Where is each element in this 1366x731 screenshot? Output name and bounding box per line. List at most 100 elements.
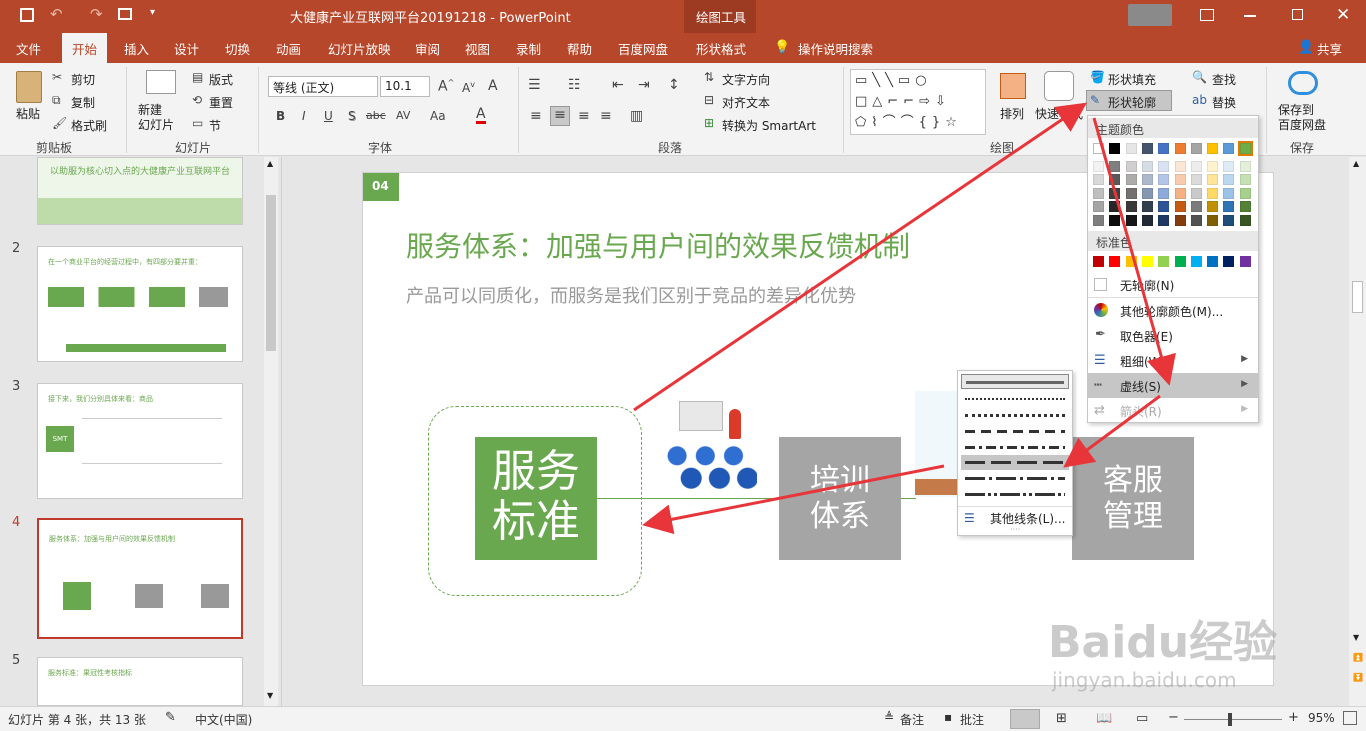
color-swatch[interactable] — [1109, 201, 1121, 212]
tab-help[interactable]: 帮助 — [567, 39, 592, 58]
color-swatch[interactable] — [1223, 187, 1235, 199]
tab-insert[interactable]: 插入 — [124, 39, 149, 58]
close-icon[interactable]: ✕ — [1336, 5, 1350, 25]
color-swatch[interactable] — [1174, 143, 1186, 154]
color-swatch[interactable] — [1223, 160, 1235, 172]
slide-title[interactable]: 服务体系：加强与用户间的效果反馈机制 — [406, 225, 910, 265]
align-text-button[interactable]: 对齐文本 — [722, 94, 770, 111]
eyedropper-item[interactable]: ✒ 取色器(E) — [1088, 323, 1258, 348]
dash-long-dash-dot-dot[interactable] — [961, 487, 1069, 502]
color-swatch[interactable] — [1109, 214, 1121, 226]
slide-sorter-icon[interactable]: ⊞ — [1056, 711, 1067, 726]
color-swatch[interactable] — [1190, 160, 1202, 172]
color-swatch[interactable] — [1207, 187, 1219, 199]
more-outline-colors-item[interactable]: 其他轮廓颜色(M)... — [1088, 298, 1258, 323]
color-swatch[interactable] — [1125, 187, 1137, 199]
standard-color-swatch[interactable] — [1174, 256, 1186, 267]
arrange-icon[interactable] — [1000, 73, 1026, 99]
color-swatch[interactable] — [1239, 174, 1251, 185]
numbering-icon[interactable]: ☷ — [568, 77, 581, 93]
color-swatch[interactable] — [1207, 201, 1219, 212]
dashes-item[interactable]: ┅ 虚线(S) ▶ — [1088, 373, 1258, 398]
resize-grip-icon[interactable]: ···· — [1010, 525, 1020, 534]
comments-button[interactable]: 批注 — [960, 711, 984, 728]
color-swatch[interactable] — [1093, 201, 1104, 212]
thumbnail-scrollbar[interactable]: ▲ ▼ — [264, 157, 278, 706]
justify-icon[interactable]: ≡ — [600, 108, 612, 124]
standard-color-swatch[interactable] — [1141, 256, 1153, 267]
customize-qat-icon[interactable]: ▾ — [150, 7, 155, 18]
tab-design[interactable]: 设计 — [174, 39, 199, 58]
color-swatch[interactable] — [1141, 174, 1153, 185]
scroll-up-icon[interactable]: ▲ — [267, 159, 273, 168]
color-swatch[interactable] — [1174, 174, 1186, 185]
dash-round-dot[interactable] — [961, 392, 1069, 407]
color-swatch[interactable] — [1141, 160, 1153, 172]
align-center-icon[interactable]: ≡ — [550, 106, 570, 126]
color-swatch[interactable] — [1158, 201, 1170, 212]
scrollbar-thumb[interactable] — [1352, 281, 1363, 313]
zoom-in-icon[interactable]: + — [1288, 710, 1299, 725]
save-icon[interactable] — [20, 8, 34, 22]
font-name-combo[interactable]: 等线 (正文) — [268, 76, 378, 97]
color-swatch[interactable] — [1109, 187, 1121, 199]
color-swatch[interactable] — [1174, 201, 1186, 212]
slideshow-icon[interactable]: ▭ — [1136, 711, 1148, 726]
color-swatch[interactable] — [1093, 143, 1104, 154]
dash-square-dot[interactable] — [961, 408, 1069, 423]
columns-icon[interactable]: ▥ — [630, 108, 643, 124]
zoom-slider-thumb[interactable] — [1228, 713, 1232, 726]
zoom-level[interactable]: 95% — [1308, 711, 1335, 725]
paste-icon[interactable] — [16, 71, 42, 103]
bullets-icon[interactable]: ☰ — [528, 77, 541, 93]
slide-scrollbar[interactable]: ▲ ▼ ⏫ ⏬ — [1349, 157, 1366, 706]
shapes-gallery[interactable]: ▭╲╲▭○ □△⌐⌐⇨⇩ ⬠⌇⌒⌒{}☆ — [850, 69, 986, 135]
color-swatch[interactable] — [1239, 214, 1251, 226]
color-swatch[interactable] — [1109, 174, 1121, 185]
increase-indent-icon[interactable]: ⇥ — [638, 77, 650, 93]
layout-button[interactable]: 版式 — [209, 71, 233, 88]
reset-button[interactable]: 重置 — [209, 94, 233, 111]
color-swatch[interactable] — [1190, 214, 1202, 226]
color-swatch[interactable] — [1239, 187, 1251, 199]
color-swatch[interactable] — [1093, 160, 1104, 172]
color-swatch[interactable] — [1109, 160, 1121, 172]
color-swatch[interactable] — [1239, 201, 1251, 212]
color-swatch[interactable] — [1125, 174, 1137, 185]
grow-font-icon[interactable]: A^ — [438, 78, 454, 95]
font-color-button[interactable]: A — [476, 107, 486, 124]
color-swatch[interactable] — [1125, 201, 1137, 212]
color-swatch[interactable] — [1174, 214, 1186, 226]
color-swatch[interactable] — [1207, 160, 1219, 172]
tab-baidu[interactable]: 百度网盘 — [618, 39, 668, 58]
dash-long-dash-dot[interactable] — [961, 471, 1069, 486]
language-indicator[interactable]: 中文(中国) — [195, 711, 252, 728]
scroll-down-icon[interactable]: ▼ — [267, 691, 273, 700]
align-right-icon[interactable]: ≡ — [578, 108, 590, 124]
decrease-indent-icon[interactable]: ⇤ — [612, 77, 624, 93]
color-swatch[interactable] — [1223, 201, 1235, 212]
color-swatch[interactable] — [1207, 214, 1219, 226]
standard-color-swatch[interactable] — [1125, 256, 1137, 267]
tab-home[interactable]: 开始 — [62, 33, 108, 63]
quick-styles-icon[interactable] — [1044, 71, 1074, 101]
color-swatch[interactable] — [1174, 187, 1186, 199]
text-direction-button[interactable]: 文字方向 — [722, 71, 770, 88]
tab-shape-format[interactable]: 形状格式 — [696, 39, 746, 58]
color-swatch[interactable] — [1237, 141, 1253, 156]
color-swatch[interactable] — [1093, 214, 1104, 226]
underline-button[interactable]: U — [324, 109, 333, 123]
color-swatch[interactable] — [1223, 174, 1235, 185]
tab-file[interactable]: 文件 — [16, 39, 41, 58]
italic-button[interactable]: I — [302, 109, 306, 123]
color-swatch[interactable] — [1207, 143, 1219, 154]
prev-slide-icon[interactable]: ⏫ — [1353, 653, 1363, 662]
dash-dash[interactable] — [961, 424, 1069, 439]
color-swatch[interactable] — [1190, 201, 1202, 212]
new-slide-button[interactable]: 新建 幻灯片 — [138, 103, 174, 133]
tell-me-search[interactable]: 操作说明搜索 — [798, 39, 873, 58]
color-swatch[interactable] — [1190, 187, 1202, 199]
color-swatch[interactable] — [1093, 187, 1104, 199]
reading-view-icon[interactable]: 📖 — [1096, 711, 1112, 726]
tab-transitions[interactable]: 切换 — [225, 39, 250, 58]
